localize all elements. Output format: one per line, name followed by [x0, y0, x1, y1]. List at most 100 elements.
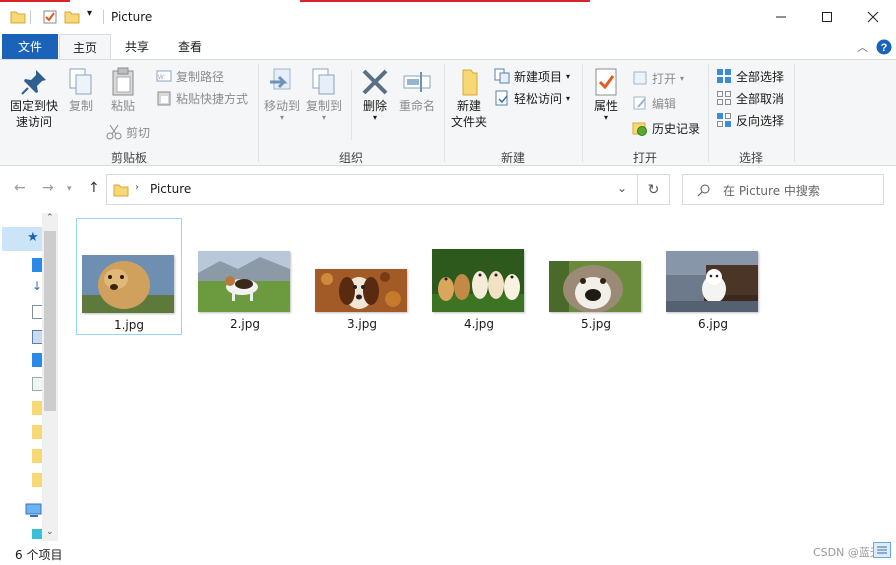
copy-button[interactable]: 复制: [64, 66, 98, 114]
rename-label: 重命名: [398, 99, 435, 113]
new-item-label: 新建项目: [514, 69, 563, 84]
nav-scroll-thumb[interactable]: [44, 231, 56, 411]
pin-icon: [21, 70, 46, 95]
edit-icon: [633, 96, 646, 110]
easy-access-button[interactable]: 轻松访问 ▾: [494, 88, 570, 108]
select-none-button[interactable]: 全部取消: [716, 88, 784, 108]
tab-share[interactable]: 共享: [112, 34, 162, 59]
easy-access-label: 轻松访问: [514, 91, 563, 106]
select-all-icon: [717, 69, 731, 83]
properties-button[interactable]: 属性 ▾: [588, 66, 624, 122]
select-none-label: 全部取消: [736, 91, 785, 106]
details-view-button[interactable]: [873, 542, 891, 558]
quick-access-star-icon[interactable]: ★: [27, 230, 39, 245]
window-title: Picture: [111, 10, 153, 24]
file-item[interactable]: 6.jpg: [661, 218, 767, 335]
breadcrumb-picture[interactable]: Picture: [150, 182, 191, 196]
new-folder-quick-icon[interactable]: [64, 9, 80, 25]
properties-label: 属性: [593, 99, 618, 113]
nav-downloads-icon[interactable]: ↓: [32, 279, 42, 293]
folder-icon: [10, 11, 26, 24]
new-item-icon: [494, 68, 510, 84]
status-item-count: 6 个项目: [15, 548, 63, 562]
recent-locations-icon[interactable]: ▾: [67, 184, 72, 194]
tab-file[interactable]: 文件: [2, 34, 58, 59]
nav-computer-icon[interactable]: [25, 503, 43, 519]
copy-path-label: 复制路径: [176, 69, 225, 84]
navigation-pane[interactable]: ★ ↓ ⌃ ⌄: [0, 213, 58, 541]
forward-arrow-icon[interactable]: →: [42, 180, 54, 196]
select-all-label: 全部选择: [736, 69, 785, 84]
thumbnail-image: [432, 249, 524, 312]
file-name: 3.jpg: [346, 317, 378, 331]
tab-home[interactable]: 主页: [59, 34, 111, 59]
move-to-icon: [270, 68, 291, 90]
copy-path-button[interactable]: W: 复制路径: [156, 66, 224, 86]
paste-button[interactable]: 粘贴: [106, 66, 140, 114]
history-button[interactable]: 历史记录: [632, 118, 700, 138]
up-arrow-icon[interactable]: ↑: [88, 180, 100, 196]
address-bar[interactable]: › Picture ⌄: [106, 174, 638, 205]
open-label: 打开: [652, 71, 677, 86]
address-history-chevron-icon[interactable]: ⌄: [617, 181, 627, 195]
copy-to-button[interactable]: 复制到 ▾: [304, 66, 344, 122]
open-group-label: 打开: [632, 151, 657, 165]
close-icon: [867, 11, 879, 23]
cut-button[interactable]: 剪切: [106, 122, 150, 142]
maximize-button[interactable]: [804, 0, 850, 34]
delete-x-icon: [362, 69, 388, 95]
delete-button[interactable]: 删除 ▾: [358, 66, 392, 122]
back-arrow-icon[interactable]: ←: [14, 180, 26, 196]
file-item[interactable]: 3.jpg: [310, 218, 416, 335]
open-button[interactable]: 打开 ▾: [632, 68, 684, 88]
move-to-button[interactable]: 移动到 ▾: [262, 66, 302, 122]
new-folder-button[interactable]: 新建 文件夹: [448, 66, 490, 130]
file-name: 5.jpg: [580, 317, 612, 331]
new-item-button[interactable]: 新建项目 ▾: [494, 66, 570, 86]
paste-icon: [112, 67, 134, 96]
select-all-button[interactable]: 全部选择: [716, 66, 784, 86]
file-name: 4.jpg: [463, 317, 495, 331]
refresh-icon: ↻: [647, 181, 660, 198]
file-item[interactable]: 2.jpg: [193, 218, 299, 335]
paste-shortcut-label: 粘贴快捷方式: [176, 91, 249, 106]
help-icon[interactable]: ?: [876, 39, 892, 55]
minimize-icon: [776, 16, 786, 18]
file-item[interactable]: 4.jpg: [427, 218, 533, 335]
move-to-label: 移动到: [263, 99, 300, 113]
file-item[interactable]: 1.jpg: [76, 218, 182, 335]
search-box[interactable]: 在 Picture 中搜索: [682, 174, 884, 205]
watermark-text: CSDN @蓝天: [813, 546, 881, 559]
properties-quick-icon[interactable]: [42, 9, 58, 25]
history-label: 历史记录: [652, 121, 701, 136]
invert-selection-button[interactable]: 反向选择: [716, 110, 784, 130]
details-view-icon: [877, 546, 887, 554]
clipboard-group-label: 剪贴板: [110, 151, 147, 165]
ribbon-tabs: 文件 主页 共享 查看 ︿ ?: [0, 34, 896, 59]
file-name: 2.jpg: [229, 317, 261, 331]
refresh-button[interactable]: ↻: [638, 174, 670, 205]
rename-button[interactable]: 重命名: [396, 66, 438, 114]
history-icon: [632, 122, 647, 136]
file-item[interactable]: 5.jpg: [544, 218, 650, 335]
paste-shortcut-button[interactable]: 粘贴快捷方式: [156, 88, 248, 108]
customize-quick-access-icon[interactable]: ▾: [87, 8, 92, 19]
title-bar: ▾ Picture: [0, 0, 896, 34]
thumbnail-image: [549, 261, 641, 312]
pin-quick-access-button[interactable]: 固定到快 速访问: [8, 66, 60, 130]
copy-label: 复制: [68, 99, 93, 113]
tab-view[interactable]: 查看: [165, 34, 215, 59]
close-button[interactable]: [850, 0, 896, 34]
minimize-button[interactable]: [758, 0, 804, 34]
search-placeholder: 在 Picture 中搜索: [723, 184, 820, 198]
paste-label: 粘贴: [110, 99, 135, 113]
search-icon: [697, 184, 710, 197]
scroll-up-icon[interactable]: ⌃: [46, 213, 54, 223]
rename-icon: [403, 72, 431, 92]
folder-icon: [113, 184, 129, 197]
edit-button[interactable]: 编辑: [632, 93, 676, 113]
collapse-ribbon-icon[interactable]: ︿: [857, 39, 868, 55]
scroll-down-icon[interactable]: ⌄: [46, 527, 54, 537]
new-group-label: 新建: [500, 151, 525, 165]
scissors-icon: [106, 124, 122, 140]
